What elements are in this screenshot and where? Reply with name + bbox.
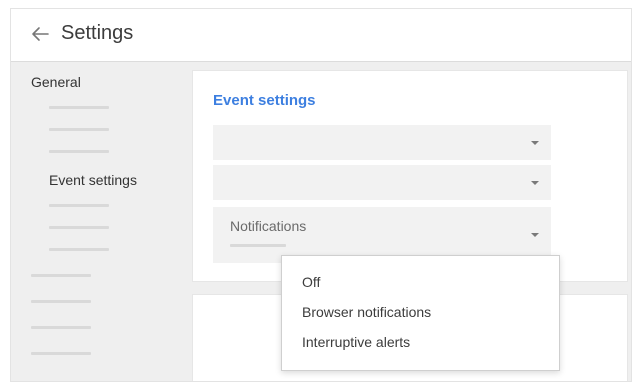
page-title: Settings xyxy=(61,22,134,44)
event-settings-card: Event settings Notifications xyxy=(193,71,627,281)
notifications-menu: Off Browser notifications Interruptive a… xyxy=(281,255,560,371)
menu-item-label: Off xyxy=(302,274,321,290)
caret-down-icon xyxy=(531,233,539,237)
sidebar-item-event-settings[interactable]: Event settings xyxy=(49,172,137,188)
sidebar-placeholder xyxy=(49,248,109,251)
arrow-left-icon[interactable] xyxy=(29,23,51,45)
sidebar-placeholder xyxy=(49,226,109,229)
sidebar-placeholder xyxy=(31,274,91,277)
sidebar-placeholder xyxy=(31,326,91,329)
card-heading: Event settings xyxy=(213,92,316,109)
sidebar-item-general[interactable]: General xyxy=(31,74,81,90)
menu-item-browser-notifications[interactable]: Browser notifications xyxy=(282,298,559,326)
event-setting-dropdown-2[interactable] xyxy=(213,165,551,200)
sidebar-placeholder xyxy=(49,128,109,131)
selected-value-placeholder xyxy=(230,244,286,247)
sidebar-placeholder xyxy=(49,106,109,109)
menu-item-off[interactable]: Off xyxy=(282,268,559,296)
sidebar-placeholder xyxy=(31,300,91,303)
sidebar-nav: General Event settings xyxy=(11,62,186,381)
notifications-label: Notifications xyxy=(230,218,307,234)
top-app-bar: Settings xyxy=(11,9,631,62)
caret-down-icon xyxy=(531,141,539,145)
menu-item-interruptive-alerts[interactable]: Interruptive alerts xyxy=(282,328,559,356)
sidebar-placeholder xyxy=(49,204,109,207)
sidebar-placeholder xyxy=(31,352,91,355)
menu-item-label: Interruptive alerts xyxy=(302,334,411,350)
event-setting-dropdown-1[interactable] xyxy=(213,125,551,160)
sidebar-placeholder xyxy=(49,150,109,153)
caret-down-icon xyxy=(531,181,539,185)
settings-window: Settings General Event settings Event se… xyxy=(10,8,632,382)
menu-item-label: Browser notifications xyxy=(302,304,432,320)
